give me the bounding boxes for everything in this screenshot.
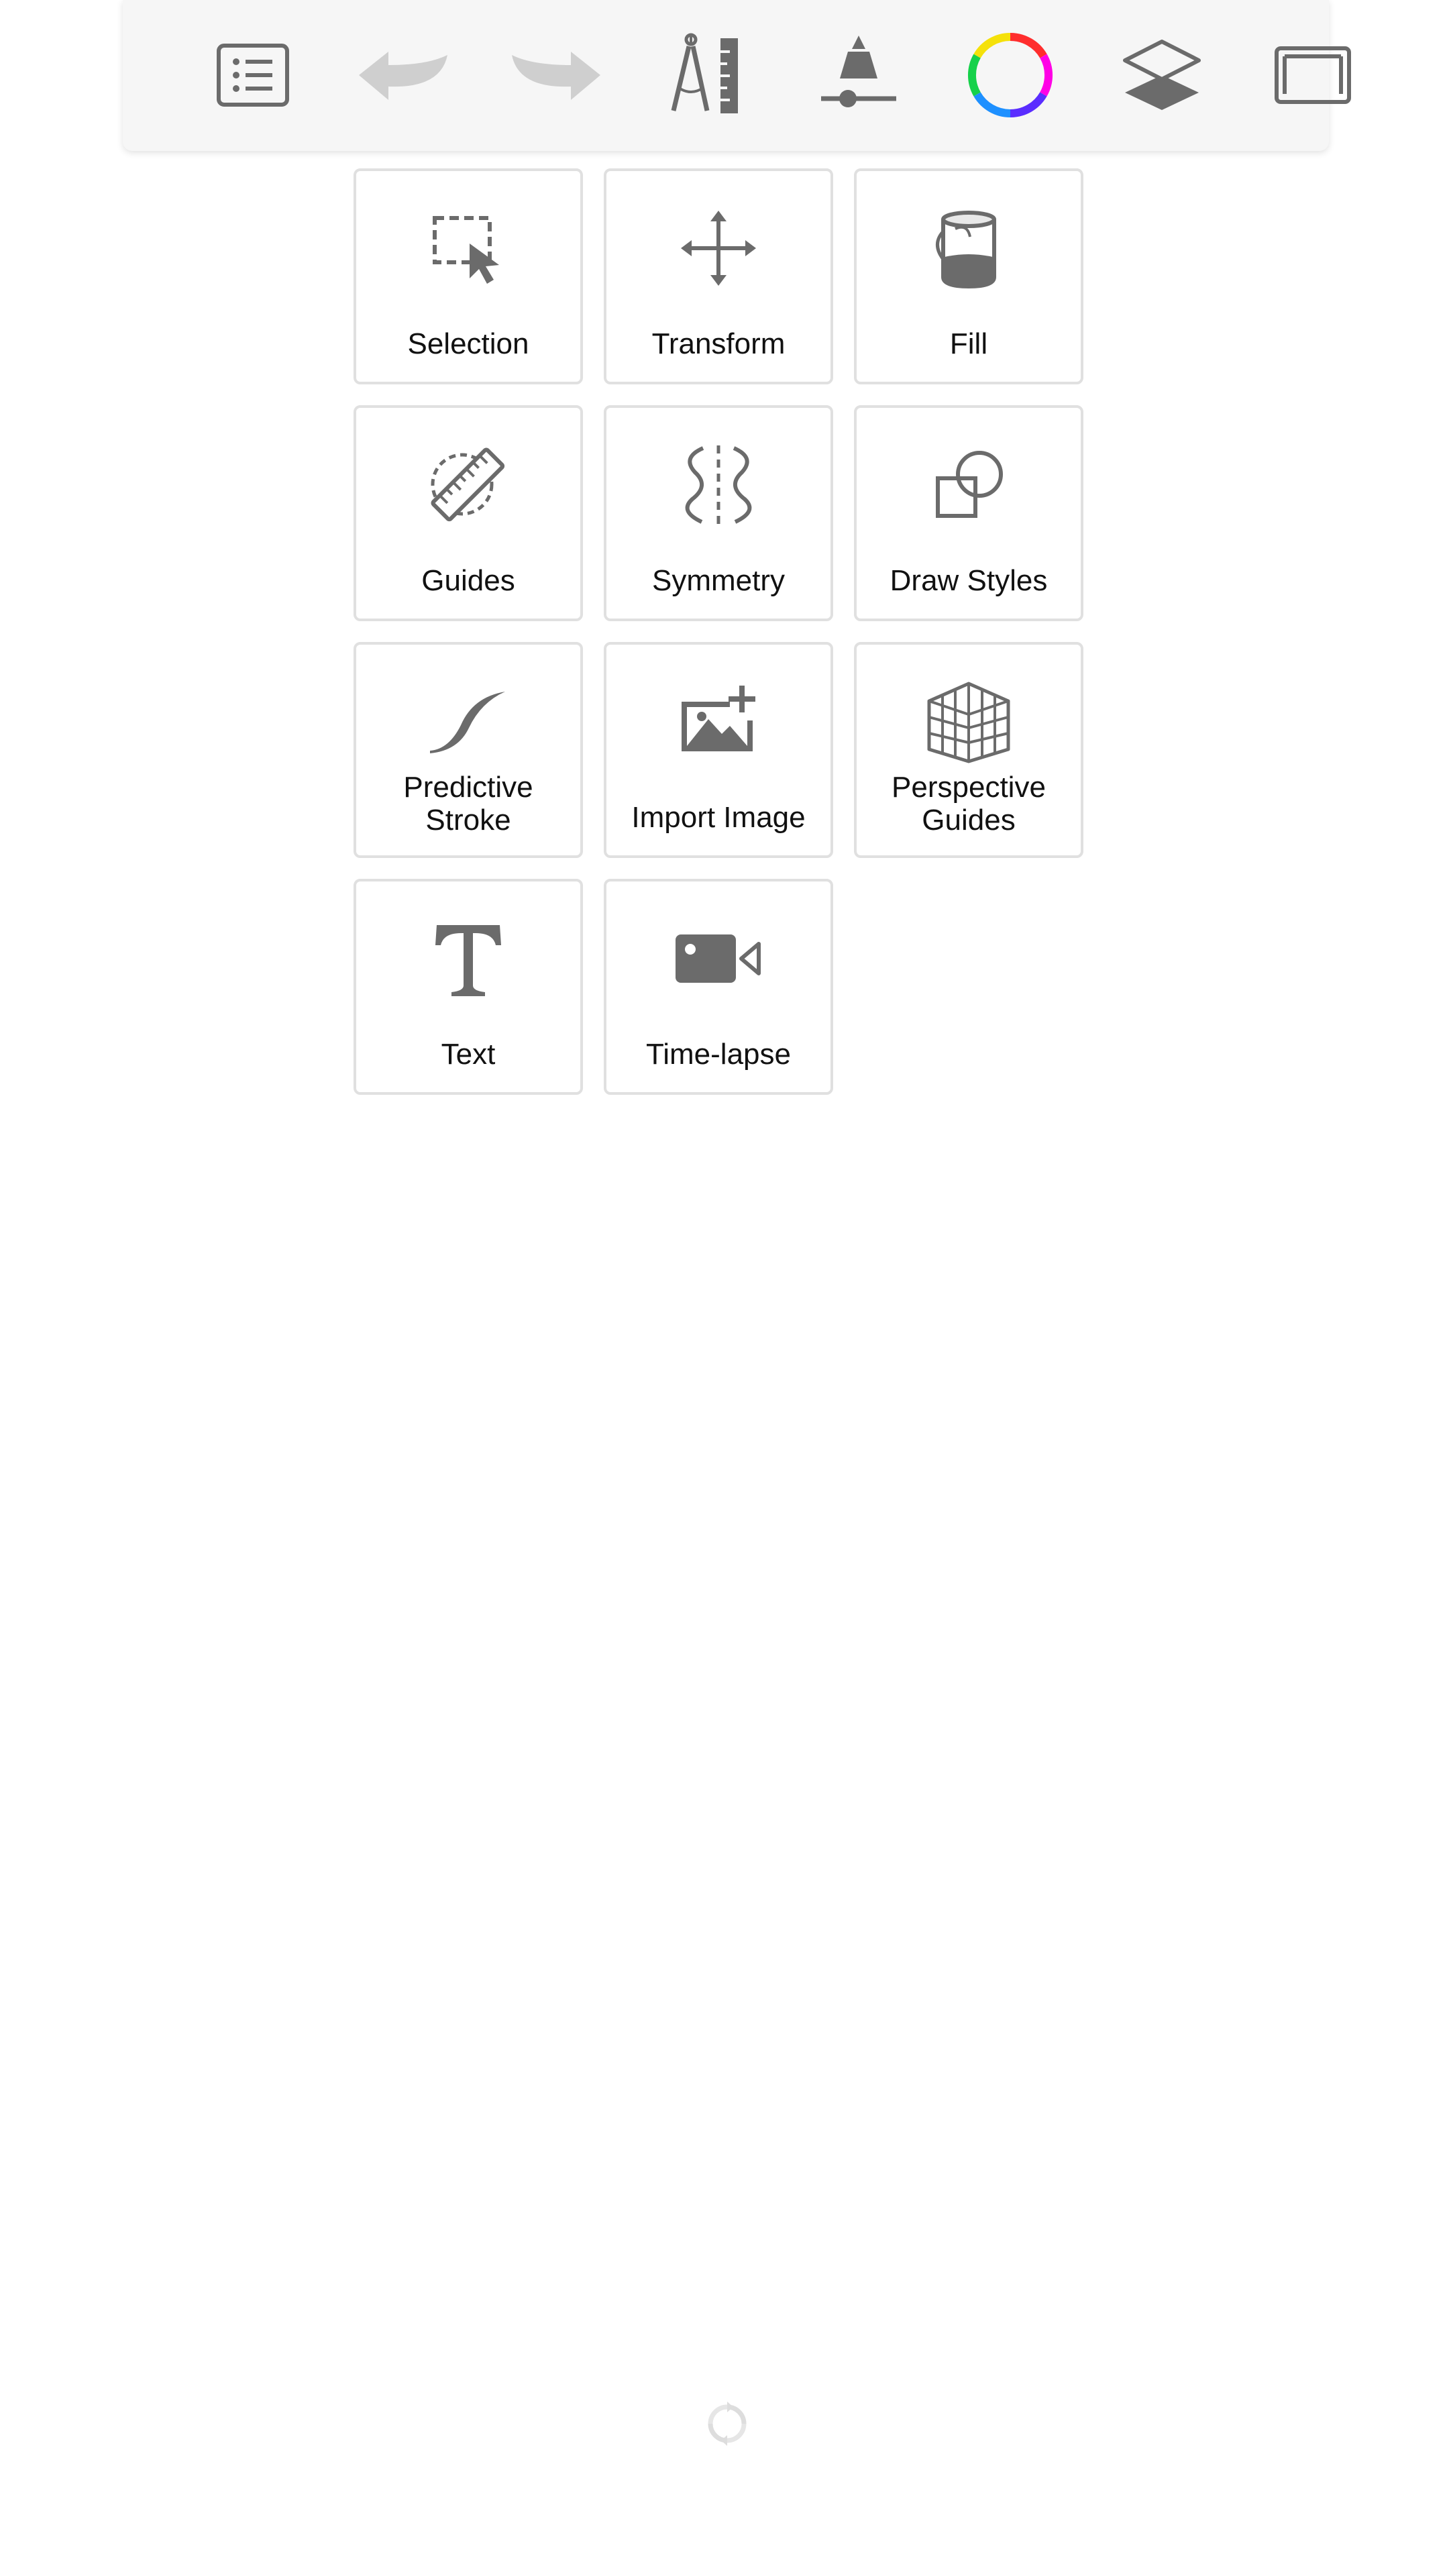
selection-icon (433, 216, 499, 284)
text-icon (435, 925, 501, 996)
tool-label: Fill (949, 327, 988, 360)
tool-symmetry[interactable]: Symmetry (604, 405, 833, 621)
fullscreen-button[interactable] (1259, 21, 1366, 129)
tool-transform[interactable]: Transform (604, 168, 833, 384)
tool-guides[interactable]: Guides (354, 405, 583, 621)
tools-button[interactable] (653, 21, 761, 129)
undo-button[interactable] (350, 21, 458, 129)
list-icon (217, 44, 289, 107)
redo-arrow-icon (512, 52, 600, 100)
brush-properties-button[interactable] (805, 21, 912, 129)
tool-label: Guides (421, 564, 515, 597)
undo-arrow-icon (359, 52, 447, 100)
tool-label: Text (441, 1038, 496, 1071)
fill-bucket-icon (936, 211, 996, 289)
transform-icon (681, 211, 756, 286)
tool-predictive-stroke[interactable]: Predictive Stroke (354, 642, 583, 858)
tool-text[interactable]: Text (354, 879, 583, 1095)
top-toolbar (123, 0, 1351, 151)
tool-label: Symmetry (652, 564, 785, 597)
compass-ruler-icon (671, 33, 738, 113)
refresh-spinner-icon (708, 2402, 747, 2446)
canvas-frame-icon (1275, 46, 1351, 104)
color-button[interactable] (957, 21, 1064, 129)
tool-label: Import Image (631, 801, 806, 834)
brush-slider-icon (821, 36, 896, 107)
ruler-guide-icon (431, 447, 505, 522)
menu-button[interactable] (199, 21, 307, 129)
tool-label: Draw Styles (890, 564, 1048, 597)
layers-button[interactable] (1108, 21, 1216, 129)
tool-perspective-guides[interactable]: Perspective Guides (854, 642, 1083, 858)
shapes-icon (936, 451, 1003, 518)
perspective-grid-icon (927, 682, 1010, 763)
tool-label: Selection (407, 327, 529, 360)
tool-selection[interactable]: Selection (354, 168, 583, 384)
tool-label: Perspective Guides (892, 771, 1046, 837)
tool-fill[interactable]: Fill (854, 168, 1083, 384)
redo-button[interactable] (502, 21, 609, 129)
predictive-stroke-icon (430, 692, 505, 753)
tool-draw-styles[interactable]: Draw Styles (854, 405, 1083, 621)
video-camera-icon (676, 934, 761, 983)
tool-label: Time-lapse (646, 1038, 791, 1071)
tool-label: Transform (651, 327, 786, 360)
tool-label: Predictive Stroke (403, 771, 533, 837)
layers-icon (1123, 40, 1201, 110)
tool-import-image[interactable]: Import Image (604, 642, 833, 858)
color-wheel-icon (967, 32, 1053, 118)
tool-time-lapse[interactable]: Time-lapse (604, 879, 833, 1095)
import-image-icon (682, 686, 755, 751)
symmetry-icon (685, 445, 752, 525)
